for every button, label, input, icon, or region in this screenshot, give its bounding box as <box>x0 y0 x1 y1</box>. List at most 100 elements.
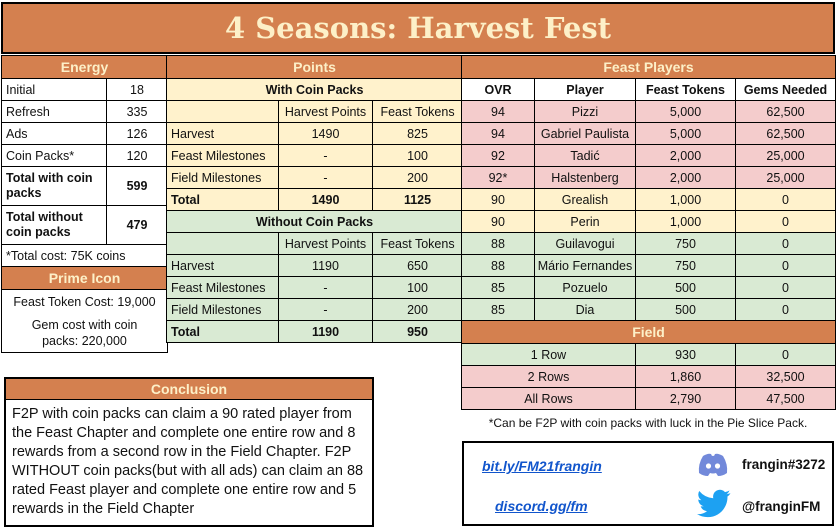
player-player: Grealish <box>534 188 636 211</box>
player-player: Gabriel Paulista <box>534 122 636 145</box>
player-player: Mário Fernandes <box>534 254 636 277</box>
energy-total-with-value: 599 <box>106 166 168 206</box>
energy-label: Initial <box>1 78 107 101</box>
harvest-points: 1490 <box>278 122 373 145</box>
player-row: 94 Gabriel Paulista 5,000 62,500 <box>461 122 836 145</box>
player-gems: 0 <box>734 188 836 211</box>
energy-table: Energy Initial 18 Refresh 335 Ads 126 Coin … <box>1 55 168 353</box>
player-player: Perin <box>534 210 636 233</box>
player-row: 85 Pozuelo 500 0 <box>461 276 836 299</box>
energy-value: 126 <box>106 122 168 145</box>
field-label: All Rows <box>461 387 636 410</box>
row-label: Field Milestones <box>166 166 279 189</box>
harvest-points: 1190 <box>278 254 373 277</box>
prime-feast-token-cost: Feast Token Cost: 19,000 <box>1 289 168 314</box>
player-ovr: 92* <box>461 166 535 189</box>
player-tokens: 750 <box>635 232 736 255</box>
player-row: 92* Halstenberg 2,000 25,000 <box>461 166 836 189</box>
total-row: Total 1490 1125 <box>166 188 464 211</box>
without-coin-packs-title: Without Coin Packs <box>165 210 464 233</box>
conclusion-section: Conclusion F2P with coin packs can claim… <box>4 377 374 527</box>
player-ovr: 94 <box>461 122 535 145</box>
player-gems: 62,500 <box>734 122 836 145</box>
row-label: Total <box>166 188 279 211</box>
harvest-points: - <box>278 166 373 189</box>
col-header: Gems Needed <box>734 78 836 101</box>
feast-tokens: 825 <box>371 122 464 145</box>
energy-label: Coin Packs* <box>1 144 107 167</box>
energy-row: Initial 18 <box>1 78 168 101</box>
col-header: Feast Tokens <box>371 232 464 255</box>
col-header: Player <box>534 78 636 101</box>
discord-invite-link[interactable]: discord.gg/fm <box>495 498 588 514</box>
table-row: Feast Milestones -100 <box>166 276 464 299</box>
player-tokens: 2,000 <box>635 166 736 189</box>
twitter-icon <box>697 489 731 519</box>
field-footnote: *Can be F2P with coin packs with luck in… <box>488 416 808 430</box>
total-row: Total 1190 950 <box>166 320 464 343</box>
feast-tokens: 950 <box>371 320 464 343</box>
row-label: Harvest <box>166 254 279 277</box>
energy-header: Energy <box>1 55 168 79</box>
energy-total-without: Total without coin packs 479 <box>1 205 168 245</box>
points-section: Points With Coin Packs Harvest Points Fea… <box>165 55 464 343</box>
feast-tokens: 200 <box>371 166 464 189</box>
row-label: Harvest <box>166 122 279 145</box>
table-row: Field Milestones -200 <box>166 298 464 321</box>
prime-gem-cost: Gem cost with coin packs: 220,000 <box>1 314 168 353</box>
player-player: Pizzi <box>534 100 636 123</box>
player-tokens: 5,000 <box>635 122 736 145</box>
bitly-link[interactable]: bit.ly/FM21frangin <box>482 458 602 474</box>
col-header: Harvest Points <box>278 100 373 123</box>
harvest-points: 1190 <box>278 320 373 343</box>
energy-value: 335 <box>106 100 168 123</box>
feast-tokens: 200 <box>371 298 464 321</box>
energy-row: Ads 126 <box>1 122 168 145</box>
row-label: Total <box>166 320 279 343</box>
links-section: bit.ly/FM21frangin discord.gg/fm frangin… <box>462 441 834 526</box>
player-tokens: 2,000 <box>635 144 736 167</box>
prime-icon-header: Prime Icon <box>1 266 168 290</box>
energy-value: 120 <box>106 144 168 167</box>
row-label: Feast Milestones <box>166 144 279 167</box>
player-ovr: 85 <box>461 298 535 321</box>
player-tokens: 1,000 <box>635 188 736 211</box>
discord-handle: frangin#3272 <box>742 457 826 472</box>
conclusion-header: Conclusion <box>6 379 372 400</box>
row-label: Field Milestones <box>166 298 279 321</box>
player-row: 92 Tadić 2,000 25,000 <box>461 144 836 167</box>
field-gems: 47,500 <box>734 387 836 410</box>
col-header: OVR <box>461 78 535 101</box>
player-ovr: 85 <box>461 276 535 299</box>
table-row: Harvest 1190 650 <box>166 254 464 277</box>
field-label: 1 Row <box>461 343 636 366</box>
feast-players-table: Feast Players OVR Player Feast Tokens Ge… <box>460 55 836 410</box>
col-header <box>166 100 279 123</box>
discord-icon <box>697 453 729 477</box>
twitter-handle: @franginFM <box>742 499 821 514</box>
player-ovr: 90 <box>461 188 535 211</box>
player-ovr: 90 <box>461 210 535 233</box>
field-row: 1 Row 930 0 <box>461 343 836 366</box>
field-gems: 0 <box>734 343 836 366</box>
player-tokens: 500 <box>635 298 736 321</box>
player-player: Halstenberg <box>534 166 636 189</box>
col-header: Feast Tokens <box>635 78 736 101</box>
player-tokens: 500 <box>635 276 736 299</box>
energy-total-with: Total with coin packs 599 <box>1 166 168 206</box>
player-row: 88 Mário Fernandes 750 0 <box>461 254 836 277</box>
points-column-headers: Harvest Points Feast Tokens <box>166 100 464 123</box>
harvest-points: - <box>278 276 373 299</box>
field-tokens: 2,790 <box>635 387 736 410</box>
col-header: Harvest Points <box>278 232 373 255</box>
player-row: 88 Guilavogui 750 0 <box>461 232 836 255</box>
harvest-points: - <box>278 298 373 321</box>
player-gems: 0 <box>734 232 836 255</box>
energy-row: Coin Packs* 120 <box>1 144 168 167</box>
energy-label: Refresh <box>1 100 107 123</box>
player-gems: 25,000 <box>734 166 836 189</box>
feast-tokens: 100 <box>371 276 464 299</box>
player-row: 90 Perin 1,000 0 <box>461 210 836 233</box>
player-row: 94 Pizzi 5,000 62,500 <box>461 100 836 123</box>
player-player: Dia <box>534 298 636 321</box>
